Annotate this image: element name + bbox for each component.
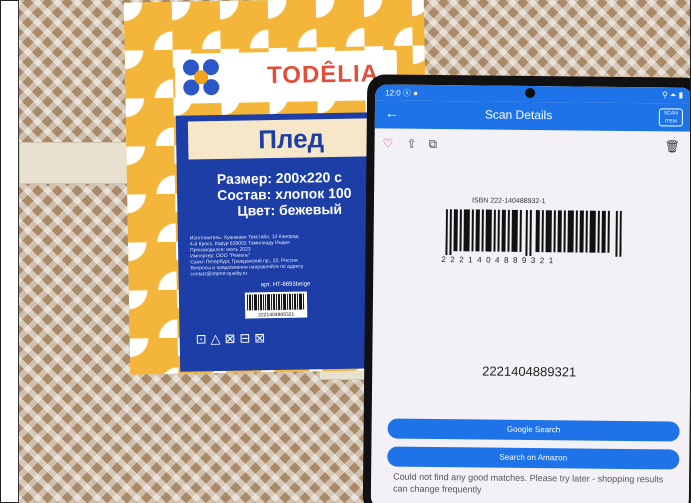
no-matches-message: Could not find any good matches. Please …: [392, 471, 664, 495]
care-symbols: ⊡△⊠⊟⊠: [195, 330, 270, 347]
action-row: ♡ ⇪ ⧉ 🗑: [382, 136, 682, 157]
scanned-barcode: ISBN 222-140488932-1 2221404889321: [431, 197, 632, 271]
manufacturer-info: Изготовитель: Хуанжаен Текстайл, 12 Кано…: [189, 233, 304, 278]
amazon-search-button[interactable]: Search on Amazon: [387, 446, 680, 470]
trash-icon[interactable]: 🗑: [665, 139, 680, 153]
isbn-text: ISBN 222-140488932-1: [471, 197, 546, 206]
brand-logo: TODÊLIA: [174, 49, 398, 104]
scanned-code: 2221404889321: [482, 363, 577, 380]
label-title: Плед: [257, 123, 325, 155]
barcode-digits: 2221404889321: [441, 255, 558, 266]
status-right: ⚲ ⏶ ▮: [661, 90, 684, 100]
front-camera: [525, 87, 536, 99]
fabric-strap-left: [19, 142, 143, 184]
article-number: арт. HT-8893beige: [260, 281, 311, 289]
label-barcode-digits: 2221404889321: [258, 312, 294, 319]
color-line: Цвет: бежевый: [237, 200, 343, 219]
google-search-button[interactable]: Google Search: [387, 418, 680, 442]
scan-item-badge[interactable]: SCAN ITEM: [658, 108, 683, 127]
status-left: 12:0 ⓢ ●: [385, 88, 419, 98]
app-bar: ← Scan Details SCAN ITEM: [374, 100, 690, 132]
brand-name: TODÊLIA: [266, 60, 380, 90]
photo-stage: TODÊLIA Плед Размер: 200х220 с Состав: х…: [0, 0, 691, 503]
label-barcode: 2221404889321: [244, 291, 308, 319]
copy-icon[interactable]: ⧉: [429, 137, 438, 152]
brand-logo-icon: [182, 59, 220, 96]
smartphone: 12:0 ⓢ ● ⚲ ⏶ ▮ ← Scan Details SCAN ITEM …: [362, 74, 690, 503]
photo: TODÊLIA Плед Размер: 200х220 с Состав: х…: [18, 0, 690, 503]
barcode-bars: [445, 209, 622, 257]
screen-title: Scan Details: [484, 107, 553, 123]
phone-screen: 12:0 ⓢ ● ⚲ ⏶ ▮ ← Scan Details SCAN ITEM …: [370, 84, 690, 503]
heart-icon[interactable]: ♡: [383, 136, 394, 150]
back-arrow-icon[interactable]: ←: [385, 104, 399, 120]
share-icon[interactable]: ⇪: [407, 137, 417, 151]
